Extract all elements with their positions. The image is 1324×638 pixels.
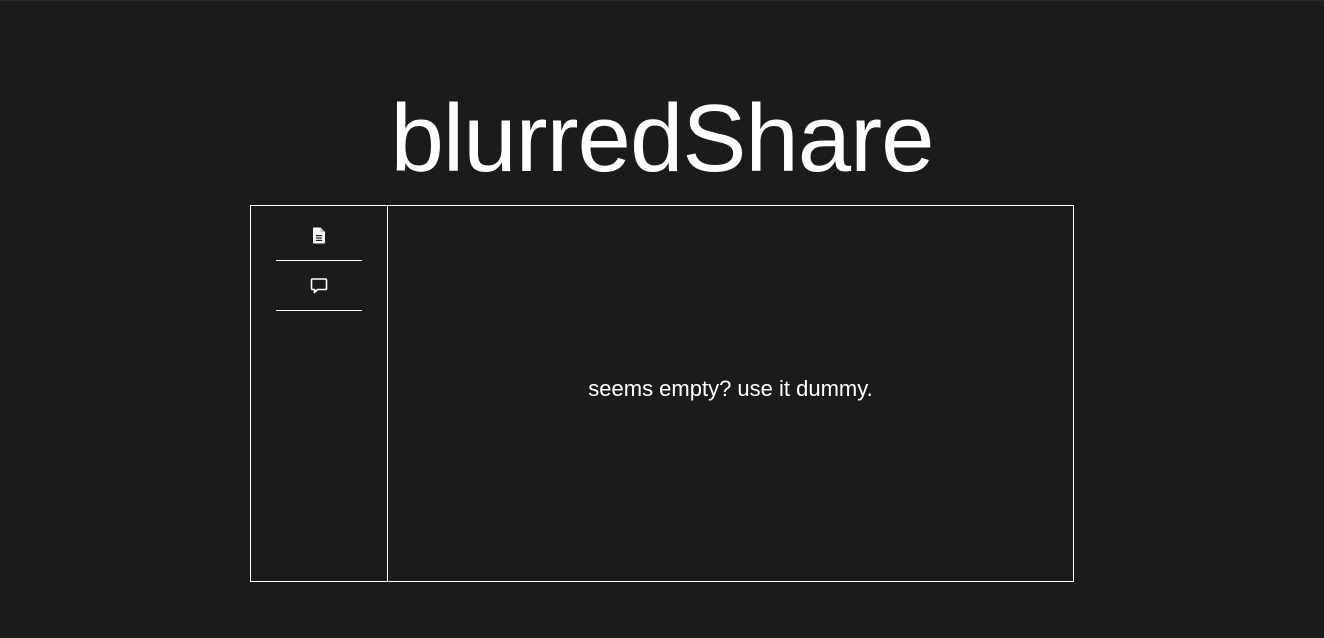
share-panel: seems empty? use it dummy. [250,205,1074,582]
text-share-button[interactable] [276,261,362,311]
file-share-button[interactable] [276,211,362,261]
chat-icon [310,277,328,295]
content-area: seems empty? use it dummy. [388,206,1073,581]
empty-state-message: seems empty? use it dummy. [588,375,873,401]
sidebar [251,206,388,581]
page: blurredShare seems empty? use it dummy. [0,0,1324,638]
file-icon [312,227,326,244]
app-title: blurredShare [390,85,935,192]
